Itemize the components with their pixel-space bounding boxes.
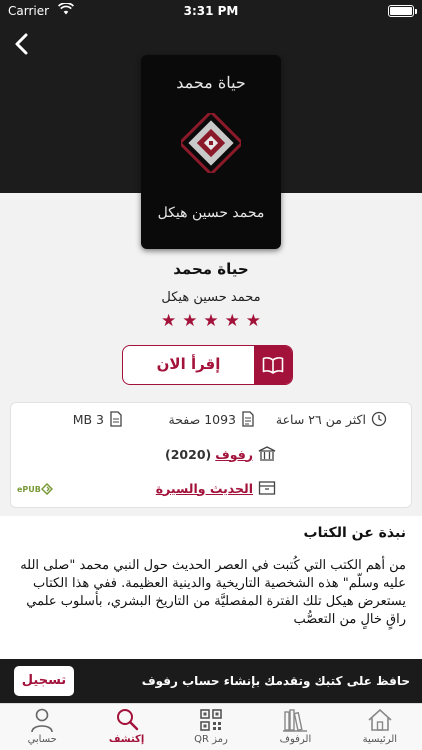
signup-button[interactable]: تسجيل [14, 666, 74, 696]
pages-info: 1093 صفحة [169, 411, 256, 427]
clock-icon [371, 411, 387, 427]
epub-badge: ePUB [17, 483, 53, 495]
cover-ornament-icon [181, 113, 241, 173]
open-book-icon [254, 346, 292, 384]
category-link[interactable]: الحديث والسيرة [156, 481, 253, 496]
search-icon [116, 709, 138, 731]
person-icon [31, 708, 54, 733]
back-button[interactable] [8, 30, 36, 58]
tab-shelves[interactable]: الرفوف [253, 704, 337, 750]
clock: 3:31 PM [183, 4, 239, 18]
tab-account-label: حسابي [27, 734, 57, 745]
tab-home[interactable]: الرئيسية [338, 704, 422, 750]
publisher-info: رفوف (2020) [165, 446, 276, 462]
tab-home-label: الرئيسية [362, 734, 398, 745]
shelves-icon [283, 709, 308, 732]
battery-cap [415, 9, 417, 14]
tab-discover-label: إكتشف [108, 734, 145, 745]
tab-qr-label: رمز QR [194, 734, 228, 745]
about-text: من أهم الكتب التي كُتبت في العصر الحديث … [20, 558, 406, 627]
pages-label: 1093 صفحة [168, 411, 237, 427]
file-icon [110, 411, 122, 427]
tab-account[interactable]: حسابي [0, 704, 84, 750]
page-icon [242, 411, 254, 427]
chevron-left-icon [15, 33, 28, 55]
book-cover: حياة محمد محمد حسين هيكل [141, 55, 281, 249]
signup-message: حافظ على كتبك وتقدمك بإنشاء حساب رفوف [141, 674, 410, 688]
star-icon: ★ [224, 311, 240, 331]
star-icon: ★ [245, 311, 261, 331]
book-title: حياة محمد [173, 260, 249, 278]
tab-bar: حسابي إكتشف رمز QR الرفوف الرئيسية [0, 703, 422, 750]
category-info: الحديث والسيرة [156, 480, 276, 496]
star-icon: ★ [203, 311, 219, 331]
size-info: 3 MB [73, 411, 123, 427]
tab-discover[interactable]: إكتشف [84, 704, 168, 750]
book-info-card: اكثر من ٢٦ ساعة 1093 صفحة 3 MB رفوف (202… [10, 402, 412, 508]
publish-year: (2020) [165, 446, 212, 462]
duration-label: اكثر من ٢٦ ساعة [275, 411, 366, 427]
about-heading: نبذة عن الكتاب [303, 525, 406, 541]
battery-icon [388, 5, 414, 17]
cover-title: حياة محمد [176, 73, 246, 92]
tab-shelves-label: الرفوف [279, 734, 312, 745]
qr-code-icon [200, 709, 222, 731]
epub-label: ePUB [17, 484, 41, 494]
star-icon: ★ [161, 311, 177, 331]
read-now-label: إقرأ الان [156, 355, 221, 373]
rating-stars: ★ ★ ★ ★ ★ [161, 312, 261, 330]
home-icon [368, 709, 392, 731]
status-bar: Carrier 3:31 PM [0, 0, 422, 22]
size-label: 3 MB [72, 411, 104, 427]
book-author: محمد حسين هيكل [161, 290, 261, 305]
epub-logo-icon [40, 483, 53, 495]
category-box-icon [258, 481, 276, 495]
cover-author: محمد حسين هيكل [157, 205, 265, 221]
signup-banner: حافظ على كتبك وتقدمك بإنشاء حساب رفوف تس… [0, 659, 422, 703]
duration-info: اكثر من ٢٦ ساعة [276, 411, 387, 427]
star-icon: ★ [182, 311, 198, 331]
publisher-building-icon [258, 446, 276, 461]
tab-qr[interactable]: رمز QR [169, 704, 253, 750]
publisher-link[interactable]: رفوف [215, 447, 253, 462]
read-now-button[interactable]: إقرأ الان [122, 345, 293, 385]
